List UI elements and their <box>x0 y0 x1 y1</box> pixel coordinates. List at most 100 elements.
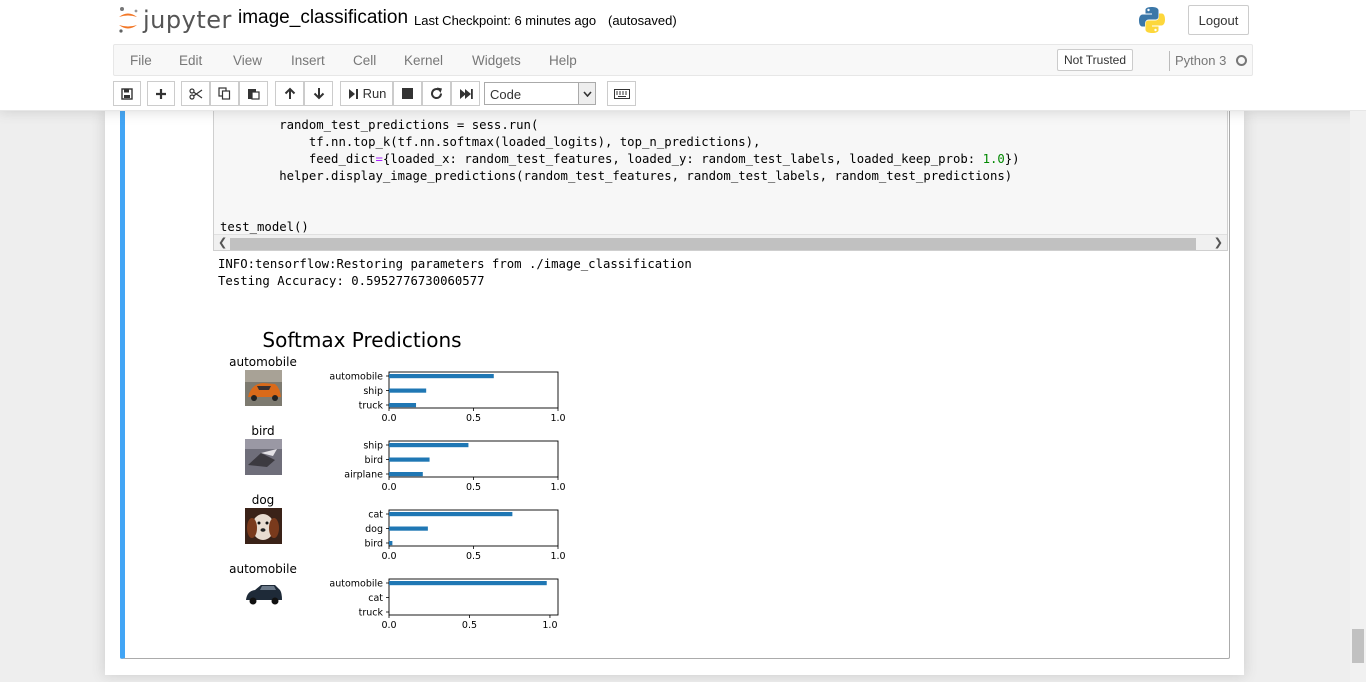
category-label: airplane <box>344 470 383 481</box>
x-tick-label: 1.0 <box>550 413 565 424</box>
category-label: ship <box>363 441 383 452</box>
menu-view[interactable]: View <box>233 53 262 68</box>
prediction-bar <box>389 581 547 586</box>
restart-run-all-button[interactable] <box>451 81 480 106</box>
kernel-status-icon <box>1236 55 1247 66</box>
menu-edit[interactable]: Edit <box>179 53 202 68</box>
scroll-right-icon[interactable]: ❯ <box>1214 236 1223 249</box>
jupyter-logo-text: jupyter <box>143 6 232 34</box>
vertical-scrollbar[interactable] <box>1350 111 1366 682</box>
menu-cell[interactable]: Cell <box>353 53 376 68</box>
menu-widgets[interactable]: Widgets <box>472 53 521 68</box>
x-tick-label: 0.5 <box>466 551 481 562</box>
horizontal-scrollbar[interactable]: ❮ ❯ <box>214 234 1227 250</box>
prediction-bar <box>389 388 427 393</box>
category-label: truck <box>359 608 384 619</box>
menu-bar: File Edit View Insert Cell Kernel Widget… <box>113 44 1253 76</box>
notebook-name[interactable]: image_classification <box>238 7 408 29</box>
category-label: bird <box>365 539 383 550</box>
menu-insert[interactable]: Insert <box>291 53 325 68</box>
thumbnail-dog <box>245 508 282 544</box>
vertical-scroll-thumb[interactable] <box>1352 629 1364 663</box>
horizontal-scroll-thumb[interactable] <box>230 238 1196 250</box>
code-line: random_test_predictions = sess.run( <box>220 118 539 132</box>
command-palette-button[interactable] <box>607 81 636 106</box>
x-tick-label: 0.5 <box>466 482 481 493</box>
code-line: tf.nn.top_k(tf.nn.softmax(loaded_logits)… <box>220 135 761 149</box>
category-label: automobile <box>329 372 383 383</box>
cell-type-value: Code <box>490 87 522 102</box>
code-cell[interactable]: random_test_predictions = sess.run( tf.n… <box>120 106 1230 659</box>
trust-indicator[interactable]: Not Trusted <box>1057 49 1134 71</box>
category-label: dog <box>365 524 383 535</box>
code-line: feed_dict={loaded_x: random_test_feature… <box>220 152 1020 166</box>
code-editor[interactable]: random_test_predictions = sess.run( tf.n… <box>213 106 1228 251</box>
category-label: truck <box>359 401 384 412</box>
menu-kernel[interactable]: Kernel <box>404 53 443 68</box>
prediction-bar <box>389 403 417 408</box>
fast-forward-icon <box>459 88 473 99</box>
cell-type-select[interactable]: Code <box>484 82 596 105</box>
notebook-header: jupyter image_classification Last Checkp… <box>0 0 1366 111</box>
image-label: automobile <box>229 562 297 576</box>
save-button[interactable] <box>113 81 141 106</box>
jupyter-logo-icon <box>119 7 138 33</box>
image-label: automobile <box>229 355 297 369</box>
keyboard-icon <box>613 88 630 99</box>
interrupt-button[interactable] <box>393 81 422 106</box>
thumbnail-bird <box>245 439 282 475</box>
paste-button[interactable] <box>239 81 268 106</box>
paste-icon <box>248 89 260 100</box>
prediction-bar <box>389 443 469 448</box>
x-tick-label: 0.5 <box>462 620 477 631</box>
cut-button[interactable] <box>181 81 210 106</box>
output-line: INFO:tensorflow:Restoring parameters fro… <box>218 257 692 271</box>
insert-cell-button[interactable] <box>147 81 175 106</box>
category-label: cat <box>368 593 383 604</box>
notebook-container: random_test_predictions = sess.run( tf.n… <box>105 106 1244 675</box>
prediction-bar <box>389 541 393 546</box>
prediction-bar <box>389 512 513 517</box>
kernel-separator <box>1169 51 1170 71</box>
image-label: bird <box>251 424 274 438</box>
restart-icon <box>431 87 443 100</box>
checkpoint-status: Last Checkpoint: 6 minutes ago <box>414 13 597 28</box>
copy-button[interactable] <box>210 81 239 106</box>
x-tick-label: 0.0 <box>381 551 396 562</box>
arrow-down-icon <box>313 88 324 100</box>
chevron-down-icon <box>578 83 595 104</box>
category-label: automobile <box>329 579 383 590</box>
kernel-name: Python 3 <box>1175 53 1227 68</box>
logout-button[interactable]: Logout <box>1188 5 1249 35</box>
x-tick-label: 0.0 <box>381 482 396 493</box>
image-label: dog <box>252 493 275 507</box>
output-line: Testing Accuracy: 0.5952776730060577 <box>218 274 485 288</box>
prediction-bar <box>389 457 430 462</box>
thumbnail-automobile-1 <box>245 370 282 406</box>
restart-button[interactable] <box>422 81 451 106</box>
scroll-left-icon[interactable]: ❮ <box>218 236 227 249</box>
move-up-button[interactable] <box>275 81 304 106</box>
jupyter-logo[interactable]: jupyter <box>117 5 232 35</box>
run-button[interactable]: Run <box>340 81 393 106</box>
stop-icon <box>402 88 413 99</box>
python-logo-icon <box>1139 7 1165 33</box>
prediction-bar <box>389 526 428 531</box>
prediction-bar <box>389 374 494 379</box>
menu-file[interactable]: File <box>130 53 152 68</box>
x-tick-label: 0.0 <box>381 620 396 631</box>
save-icon <box>121 87 133 100</box>
x-tick-label: 1.0 <box>550 551 565 562</box>
plus-icon <box>156 88 166 99</box>
move-down-button[interactable] <box>304 81 333 106</box>
thumbnail-automobile-2 <box>245 577 282 613</box>
code-line: test_model() <box>220 220 309 234</box>
chart-title: Softmax Predictions <box>262 328 461 352</box>
menu-help[interactable]: Help <box>549 53 577 68</box>
category-label: ship <box>363 386 383 397</box>
x-tick-label: 0.5 <box>466 413 481 424</box>
x-tick-label: 1.0 <box>542 620 557 631</box>
run-label: Run <box>362 86 387 101</box>
softmax-predictions-chart: Softmax Predictions automobileautomobile… <box>229 328 565 631</box>
category-label: cat <box>368 510 383 521</box>
